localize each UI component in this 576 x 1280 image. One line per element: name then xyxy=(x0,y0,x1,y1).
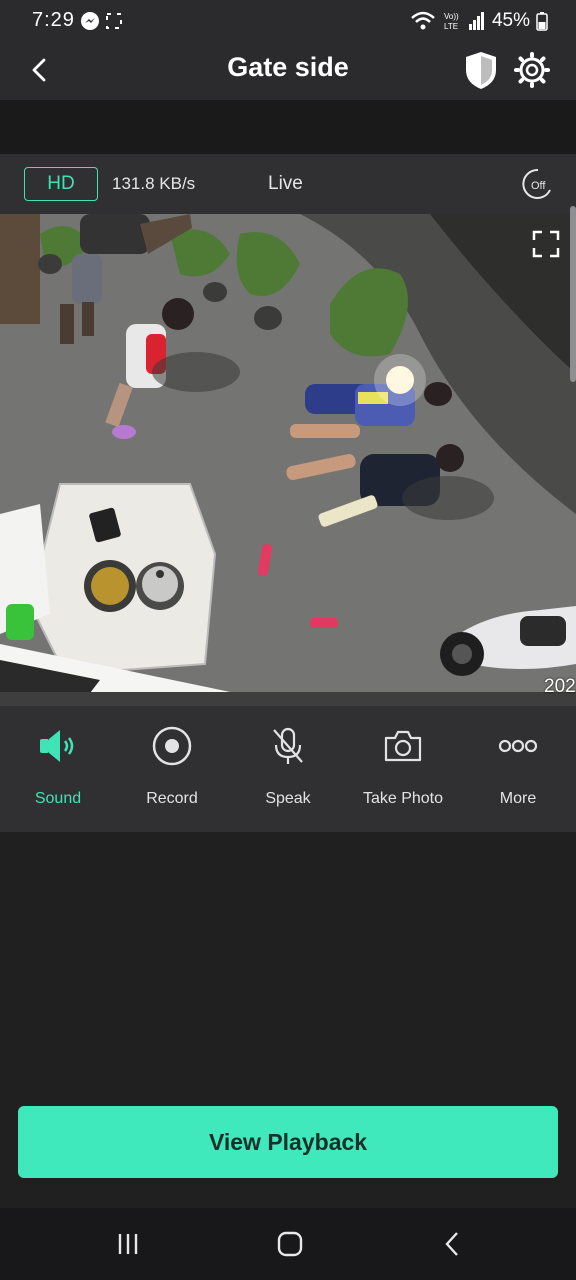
volte-icon: Vo)) LTE xyxy=(444,12,459,31)
live-video-feed[interactable]: 202 xyxy=(0,214,576,706)
recents-icon xyxy=(118,1234,138,1254)
speak-button[interactable]: Speak xyxy=(230,706,346,832)
recents-button[interactable] xyxy=(106,1226,150,1262)
sound-button[interactable]: Sound xyxy=(0,706,116,832)
messenger-icon xyxy=(81,12,122,30)
camera-icon xyxy=(384,730,422,762)
page-scrollbar[interactable] xyxy=(570,206,576,382)
record-button[interactable]: Record xyxy=(114,706,230,832)
system-back-button[interactable] xyxy=(430,1226,474,1262)
status-time: 7:29 xyxy=(32,9,75,31)
screenshot-icon xyxy=(106,13,122,29)
fullscreen-button[interactable] xyxy=(528,226,564,262)
home-button[interactable] xyxy=(268,1226,312,1262)
night-vision-button[interactable]: Off xyxy=(518,166,556,202)
signal-icon xyxy=(468,12,484,30)
record-label: Record xyxy=(146,790,198,807)
settings-button[interactable] xyxy=(512,48,552,92)
moon-off-icon: Off xyxy=(522,168,551,199)
shield-icon xyxy=(466,52,496,89)
back-icon xyxy=(445,1232,458,1256)
speak-label: Speak xyxy=(265,790,311,807)
mic-muted-icon xyxy=(273,727,303,764)
live-indicator: Live xyxy=(268,173,303,194)
view-playback-button[interactable]: View Playback xyxy=(18,1106,558,1178)
night-vision-label: Off xyxy=(531,180,546,192)
video-timestamp: 202 xyxy=(544,676,576,697)
gear-icon xyxy=(514,52,550,88)
record-icon xyxy=(152,726,192,766)
bitrate-readout: 131.8 KB/s xyxy=(112,174,196,193)
take-photo-button[interactable]: Take Photo xyxy=(345,706,461,832)
system-nav-bar xyxy=(0,1208,576,1280)
fullscreen-icon xyxy=(532,230,560,258)
status-right-icons: Vo)) LTE 45% xyxy=(410,9,548,33)
security-button[interactable] xyxy=(462,48,500,92)
battery-percent: 45% xyxy=(491,10,530,31)
status-bar: 7:29 Vo)) LTE 45% xyxy=(0,0,576,42)
more-button[interactable]: More xyxy=(460,706,576,832)
spacer-band xyxy=(0,100,576,154)
stream-info-bar: HD 131.8 KB/s Live Off xyxy=(0,154,576,214)
svg-text:LTE: LTE xyxy=(444,22,458,31)
take-photo-label: Take Photo xyxy=(362,790,444,807)
camera-toolbar: Sound Record Speak Take Photo More xyxy=(0,706,576,832)
status-left-icons xyxy=(80,10,124,32)
battery-icon xyxy=(536,12,548,31)
camera-frame xyxy=(0,214,576,706)
home-icon xyxy=(277,1231,303,1257)
quality-toggle[interactable]: HD xyxy=(24,167,98,201)
wifi-icon xyxy=(411,11,435,30)
more-dots-icon xyxy=(498,739,538,753)
svg-text:Vo)): Vo)) xyxy=(444,12,459,21)
more-label: More xyxy=(499,790,537,807)
app-header: Gate side xyxy=(0,42,576,100)
sound-label: Sound xyxy=(34,790,82,807)
speaker-icon xyxy=(40,730,74,762)
